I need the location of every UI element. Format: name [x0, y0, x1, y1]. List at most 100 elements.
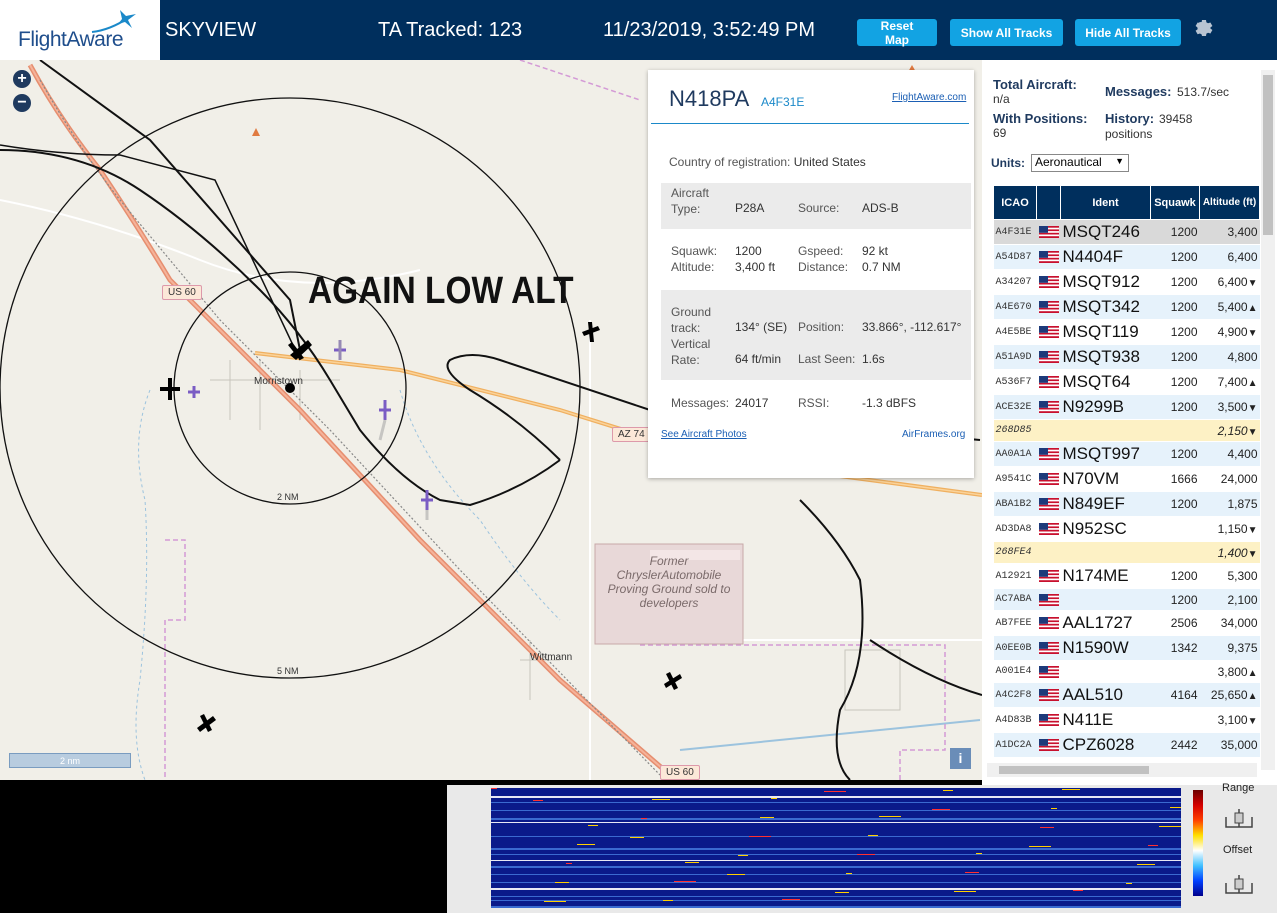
clock: 11/23/2019, 3:52:49 PM — [603, 19, 816, 41]
row-altitude: 3,100▼ — [1199, 707, 1260, 733]
zoom-out-button[interactable]: − — [13, 94, 31, 112]
row-altitude: 24,000 — [1199, 466, 1260, 492]
row-squawk: 2442 — [1150, 732, 1200, 758]
table-row[interactable]: ABA1B2 N849EF 1200 1,875 — [993, 491, 1260, 517]
col-header-flag[interactable] — [1036, 185, 1061, 220]
reset-map-button[interactable]: Reset Map — [857, 19, 937, 47]
table-row[interactable]: A536F7 MSQT64 1200 7,400▲ — [993, 369, 1260, 395]
town-label-morristown: Morristown — [254, 376, 303, 387]
waterfall-spark — [652, 799, 670, 800]
table-row[interactable]: A34207 MSQT912 1200 6,400▼ — [993, 269, 1260, 295]
table-row[interactable]: AB7FEE AAL1727 2506 34,000 — [993, 610, 1260, 636]
aircraft-table: ICAO Ident Squawk Altitude (ft) A4F31E MS… — [993, 185, 1260, 783]
row-flag — [1036, 244, 1061, 270]
row-squawk: 1342 — [1150, 635, 1200, 661]
messages-rate-value: 513.7/sec — [1177, 85, 1230, 99]
row-icao: AB7FEE — [993, 610, 1037, 636]
row-ident: CPZ6028 — [1060, 732, 1151, 758]
table-row[interactable]: A4F31E MSQT246 1200 3,400 — [993, 219, 1260, 245]
scroll-thumb[interactable] — [1263, 75, 1273, 235]
table-row[interactable]: A1DC2A CPZ6028 2442 35,000 — [993, 732, 1260, 758]
us-flag-icon — [1038, 251, 1059, 264]
waterfall-spark — [1029, 846, 1051, 847]
altitude-value: 3,400 — [1227, 225, 1258, 239]
col-header-altitude[interactable]: Altitude (ft) — [1199, 185, 1260, 220]
row-altitude: 1,875 — [1199, 491, 1260, 517]
units-label: Units: — [991, 156, 1025, 170]
offset-slider[interactable] — [1224, 873, 1254, 895]
row-ident: N1590W — [1060, 635, 1151, 661]
row-squawk: 1200 — [1150, 588, 1200, 611]
row-icao: AC7ABA — [993, 588, 1037, 611]
table-row[interactable]: A4D83B N411E 3,100▼ — [993, 707, 1260, 733]
row-altitude: 3,500▼ — [1199, 394, 1260, 420]
col-header-ident[interactable]: Ident — [1060, 185, 1151, 220]
aircraft-photos-link[interactable]: See Aircraft Photos — [661, 429, 747, 440]
table-row[interactable]: A54D87 N4404F 1200 6,400 — [993, 244, 1260, 270]
waterfall-streak — [491, 836, 1181, 837]
table-row[interactable]: A4C2F8 AAL510 4164 25,650▲ — [993, 682, 1260, 708]
row-squawk — [1150, 516, 1200, 542]
table-row[interactable]: A4E670 MSQT342 1200 5,400▲ — [993, 294, 1260, 320]
scroll-thumb-horizontal[interactable] — [999, 766, 1149, 774]
trend-icon: ▼ — [1247, 328, 1258, 339]
us-flag-icon — [1038, 714, 1059, 727]
row-icao: 268D85 — [993, 419, 1037, 442]
row-flag — [1036, 682, 1061, 708]
horizontal-scrollbar[interactable] — [987, 763, 1257, 777]
col-header-squawk[interactable]: Squawk — [1150, 185, 1200, 220]
row-squawk: 4164 — [1150, 682, 1200, 708]
altitude-value: 34,000 — [1220, 616, 1258, 630]
row-flag — [1036, 269, 1061, 295]
table-row[interactable]: A12921 N174ME 1200 5,300 — [993, 563, 1260, 589]
row-flag — [1036, 491, 1061, 517]
table-row[interactable]: AC7ABA 1200 2,100 — [993, 588, 1260, 611]
row-ident: AAL1727 — [1060, 610, 1151, 636]
table-row[interactable]: A001E4 3,800▲ — [993, 660, 1260, 683]
row-squawk: 1200 — [1150, 319, 1200, 345]
table-row[interactable]: 268FE4 1,400▼ — [993, 541, 1260, 564]
table-row[interactable]: AD3DA8 N952SC 1,150▼ — [993, 516, 1260, 542]
info-button[interactable]: i — [950, 748, 971, 769]
range-slider[interactable] — [1224, 807, 1254, 829]
table-row[interactable]: ACE32E N9299B 1200 3,500▼ — [993, 394, 1260, 420]
row-ident: MSQT997 — [1060, 441, 1151, 467]
waterfall-spark — [674, 881, 696, 882]
row-altitude: 4,800 — [1199, 344, 1260, 370]
table-row[interactable]: A9541C N70VM 1666 24,000 — [993, 466, 1260, 492]
row-altitude: 2,150▼ — [1199, 419, 1260, 442]
waterfall-spark — [932, 809, 950, 810]
zoom-in-button[interactable]: + — [13, 70, 31, 88]
table-row[interactable]: 268D85 2,150▼ — [993, 419, 1260, 442]
rssi-value: -1.3 dBFS — [862, 396, 917, 410]
altitude-value: 1,400 — [1217, 545, 1248, 560]
waterfall-spark — [846, 873, 852, 874]
airframes-link[interactable]: AirFrames.org — [902, 429, 965, 440]
table-row[interactable]: A0EE0B N1590W 1342 9,375 — [993, 635, 1260, 661]
gear-icon[interactable] — [1192, 17, 1216, 41]
hide-all-tracks-button[interactable]: Hide All Tracks — [1075, 19, 1181, 46]
waterfall-spark — [738, 855, 748, 856]
table-row[interactable]: A51A9D MSQT938 1200 4,800 — [993, 344, 1260, 370]
row-altitude: 5,400▲ — [1199, 294, 1260, 320]
rssi-label: RSSI: — [798, 396, 830, 410]
units-dropdown[interactable]: Aeronautical ▼ — [1031, 154, 1129, 172]
table-row[interactable]: AA0A1A MSQT997 1200 4,400 — [993, 441, 1260, 467]
row-icao: A9541C — [993, 466, 1037, 492]
row-flag — [1036, 660, 1061, 683]
show-all-tracks-button[interactable]: Show All Tracks — [950, 19, 1063, 46]
waterfall-spark — [555, 882, 569, 883]
popup-icao: A4F31E — [761, 95, 805, 109]
col-header-icao[interactable]: ICAO — [993, 185, 1037, 220]
route-shield-us60-south: US 60 — [660, 765, 700, 780]
table-row[interactable]: A4E5BE MSQT119 1200 4,900▼ — [993, 319, 1260, 345]
table-header-row: ICAO Ident Squawk Altitude (ft) — [993, 185, 1260, 220]
altitude-value: 3,500 — [1217, 400, 1248, 414]
flightaware-link[interactable]: FlightAware.com — [892, 92, 966, 103]
top-bar: FlightAware SKYVIEW TA Tracked: 123 11/2… — [0, 0, 1277, 60]
row-flag — [1036, 394, 1061, 420]
altitude-value: 2,150 — [1217, 423, 1248, 438]
row-flag — [1036, 516, 1061, 542]
flightaware-logo[interactable]: FlightAware — [0, 0, 160, 60]
vertical-scrollbar[interactable] — [1261, 70, 1275, 770]
